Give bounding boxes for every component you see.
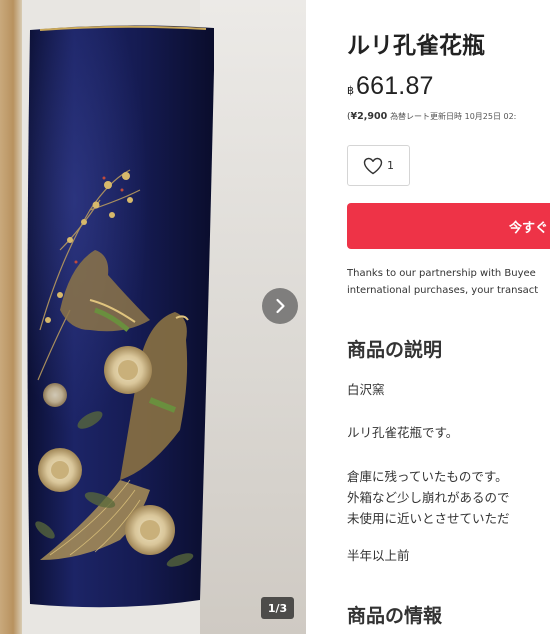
description-line-5: 未使用に近いとさせていただ bbox=[347, 511, 510, 526]
exchange-rate-note: (¥2,900 為替レート更新日時 10月25日 02: bbox=[347, 111, 516, 122]
partner-note-line1: Thanks to our partnership with Buyee bbox=[347, 268, 536, 279]
price-row: ฿661.87 bbox=[347, 72, 434, 101]
next-image-button[interactable] bbox=[262, 288, 298, 324]
listing-age: 半年以上前 bbox=[347, 548, 410, 563]
like-count: 1 bbox=[387, 159, 394, 172]
product-price: 661.87 bbox=[356, 72, 434, 100]
buy-now-button[interactable]: 今すぐ bbox=[347, 203, 550, 249]
description-heading: 商品の説明 bbox=[347, 339, 443, 361]
description-line-3: 倉庫に残っていたものです。 bbox=[347, 469, 508, 484]
product-photo-vase[interactable] bbox=[0, 0, 306, 634]
product-info-panel: ルリ孔雀花瓶 ฿661.87 (¥2,900 為替レート更新日時 10月25日 … bbox=[347, 0, 550, 634]
description-line-1: 白沢窯 bbox=[347, 382, 385, 397]
description-line-4: 外箱など少し崩れがあるので bbox=[347, 490, 510, 505]
like-button[interactable]: 1 bbox=[347, 145, 410, 186]
rate-update-text: 為替レート更新日時 10月25日 02: bbox=[390, 112, 517, 121]
product-info-heading: 商品の情報 bbox=[347, 605, 443, 627]
buyee-partnership-note: Thanks to our partnership with Buyee int… bbox=[347, 265, 550, 299]
product-image-gallery[interactable]: 1/3 bbox=[0, 0, 306, 634]
product-title: ルリ孔雀花瓶 bbox=[347, 33, 485, 59]
yen-price: ¥2,900 bbox=[350, 111, 388, 122]
description-line-2: ルリ孔雀花瓶です。 bbox=[347, 425, 459, 440]
chevron-right-icon bbox=[276, 298, 285, 314]
partner-note-line2: international purchases, your transact bbox=[347, 285, 539, 296]
image-counter: 1/3 bbox=[261, 597, 294, 619]
heart-icon bbox=[363, 157, 383, 174]
currency-symbol: ฿ bbox=[347, 84, 354, 97]
